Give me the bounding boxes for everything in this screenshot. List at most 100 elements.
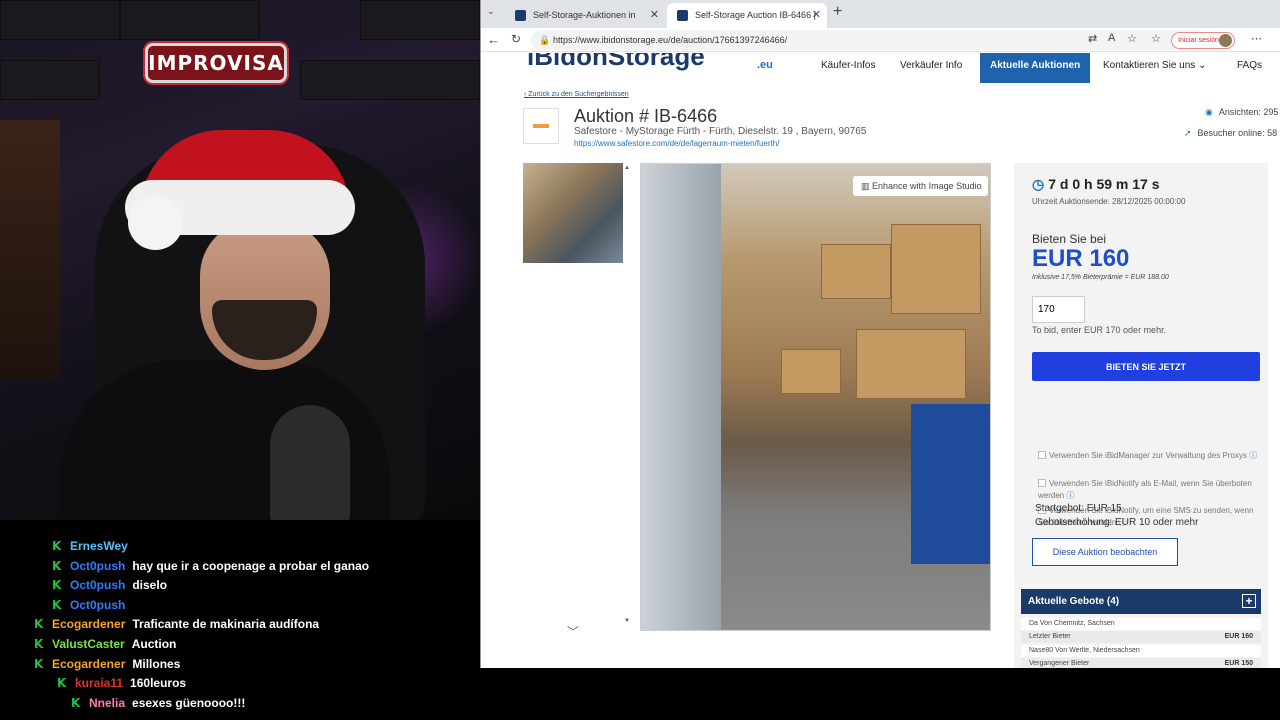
nav-faqs[interactable]: FAQs xyxy=(1237,53,1262,83)
photo-thumbnail[interactable] xyxy=(523,163,623,263)
eye-icon: ◉ xyxy=(1205,107,1213,117)
bidder-status: Letzter Bieter xyxy=(1029,633,1071,640)
info-icon[interactable]: ⓘ xyxy=(1249,451,1257,460)
option-ibidmanager[interactable]: Verwenden Sie iBidManager zur Verwaltung… xyxy=(1038,450,1258,462)
nav-verkaeufer-info[interactable]: Verkäufer Info xyxy=(900,53,962,83)
bid-now-button[interactable]: BIETEN SIE JETZT xyxy=(1032,352,1260,381)
translate-icon[interactable]: ⇄ xyxy=(1088,32,1097,45)
santa-hat-pompom xyxy=(128,195,183,250)
chat-username[interactable]: Ecogardener xyxy=(52,617,125,631)
views-text: Ansichten: 295 xyxy=(1218,107,1279,117)
auction-end-time: Uhrzeit Auktionsende: 28/12/2025 00:00:0… xyxy=(1032,197,1186,206)
enhance-image-button[interactable]: ▥ Enhance with Image Studio xyxy=(853,176,988,196)
improvisa-badge: IMPROVISA xyxy=(145,43,287,83)
bid-amount-input[interactable] xyxy=(1032,296,1085,323)
chat-username[interactable]: Oct0push xyxy=(70,598,125,612)
checkbox[interactable] xyxy=(1038,451,1046,459)
info-icon[interactable]: ⓘ xyxy=(1066,491,1074,500)
chat-username[interactable]: Ecogardener xyxy=(52,657,125,671)
url-text: https://www.ibidonstorage.eu/de/auction/… xyxy=(553,35,788,45)
chat-text: Millones xyxy=(132,656,181,671)
avatar xyxy=(1219,34,1232,47)
chevron-down-icon[interactable]: ﹀ xyxy=(567,623,579,640)
option-label: Verwenden Sie iBidManager zur Verwaltung… xyxy=(1049,451,1247,460)
nav-kontakt-label: Kontaktieren Sie uns xyxy=(1103,60,1196,71)
store-website-link[interactable]: https://www.safestore.com/de/de/lagerrau… xyxy=(574,139,779,148)
blue-tarp xyxy=(911,404,990,564)
clock-icon: ◷ xyxy=(1032,176,1045,192)
chat-message: Kkuraia11 160leuros xyxy=(57,673,186,693)
scroll-up-icon[interactable]: ▲ xyxy=(624,165,630,171)
tab-menu-icon[interactable]: ⌄ xyxy=(487,6,501,20)
close-icon[interactable]: ✕ xyxy=(650,3,659,28)
tab-auction-ib6466[interactable]: Self-Storage Auction IB-6466 | iBid ✕ xyxy=(667,3,827,45)
bid-value: EUR 160 xyxy=(1224,633,1253,640)
bid-row: Letzter Bieter EUR 160 xyxy=(1021,631,1261,643)
chat-message: K Oct0push hay que ir a coopenage a probar… xyxy=(52,556,369,576)
option-email-notify[interactable]: Verwenden Sie iBidNotify als E-Mail, wen… xyxy=(1038,478,1258,502)
watch-auction-button[interactable]: Diese Auktion beobachten xyxy=(1032,538,1178,566)
enhance-icon: ▥ xyxy=(861,181,870,191)
twitch-badge-icon: K xyxy=(71,695,81,710)
overlay-bottom-bar xyxy=(480,668,1280,720)
views-counter: ◉ Ansichten: 295 xyxy=(1205,107,1278,118)
chat-text: 160leuros xyxy=(130,676,187,691)
close-icon[interactable]: ✕ xyxy=(812,3,821,28)
twitch-badge-icon: K xyxy=(52,578,62,593)
chat-message: K Oct0push diselo xyxy=(52,575,167,595)
thumbnail-scrollbar[interactable]: ▲ ▼ xyxy=(623,165,631,625)
collections-icon[interactable]: ☆ xyxy=(1151,32,1161,45)
unit-door xyxy=(641,164,721,630)
bid-row: Nase80 Von Werlte, Niedersachsen xyxy=(1021,645,1261,657)
auction-main-photo[interactable]: ▥ Enhance with Image Studio xyxy=(640,163,991,631)
url-input[interactable]: 🔒 https://www.ibidonstorage.eu/de/auctio… xyxy=(531,30,1206,50)
cardboard-box xyxy=(781,349,841,394)
chat-username[interactable]: kuraia11 xyxy=(75,676,123,690)
bid-row: Da Von Chemnitz, Sachsen xyxy=(1021,618,1261,630)
visitors-counter: ➚ Besucher online: 58 xyxy=(1184,128,1277,139)
nav-aktuelle-auktionen[interactable]: Aktuelle Auktionen xyxy=(980,53,1091,83)
back-to-results-link[interactable]: ‹ Zurück zu den Suchergebnissen xyxy=(524,91,629,98)
chat-username[interactable]: ValustCaster xyxy=(52,637,125,651)
chat-message: K Oct0push xyxy=(52,595,132,615)
browser-window: ⌄ Self-Storage-Auktionen in Deutsch ✕ Se… xyxy=(480,0,1280,668)
new-tab-icon[interactable]: + xyxy=(833,3,842,21)
chat-username[interactable]: ErnesWey xyxy=(70,539,128,553)
chat-username[interactable]: Oct0push xyxy=(70,559,125,573)
read-aloud-icon[interactable]: A xyxy=(1108,32,1115,44)
chevron-down-icon: ⌄ xyxy=(1198,60,1207,71)
shelf-decoration xyxy=(0,120,60,380)
chat-message: K Nnelia esexes güenoooo!!! xyxy=(71,693,245,713)
ibid-logo[interactable]: iBidonStorage xyxy=(527,53,787,71)
signin-button[interactable]: Iniciar sesión xyxy=(1171,32,1235,49)
stream-chat: K ErnesWey K Oct0push hay que ir a coopenage… xyxy=(0,520,480,720)
checkbox[interactable] xyxy=(1038,479,1046,487)
nav-kontakt[interactable]: Kontaktieren Sie uns ⌄ xyxy=(1103,53,1206,83)
webcam-feed: IMPROVISA xyxy=(0,0,480,520)
twitch-badge-icon: K xyxy=(34,617,44,632)
page-title: Auktion # IB-6466 xyxy=(574,106,718,126)
signin-label: Iniciar sesión xyxy=(1178,37,1219,44)
lock-icon: 🔒 xyxy=(539,35,551,45)
chat-username[interactable]: Nnelia xyxy=(89,696,125,710)
store-logo xyxy=(523,108,559,144)
chat-username[interactable]: Oct0push xyxy=(70,578,125,592)
bid-sidebar: ◷ 7 d 0 h 59 m 17 s Uhrzeit Auktionsende:… xyxy=(1014,163,1268,668)
scroll-down-icon[interactable]: ▼ xyxy=(624,618,630,624)
tab-storage-auctions[interactable]: Self-Storage-Auktionen in Deutsch ✕ xyxy=(505,3,665,45)
reload-icon[interactable]: ↻ xyxy=(511,32,521,46)
chat-message: K Ecogardener Millones xyxy=(34,654,180,674)
favorite-star-icon[interactable]: ☆ xyxy=(1127,32,1137,45)
bid-row: Vergangener Bieter EUR 150 xyxy=(1021,658,1261,668)
start-bid: Startgebot: EUR 15 xyxy=(1035,503,1122,514)
logo-suffix: .eu xyxy=(757,59,773,71)
more-menu-icon[interactable]: ⋯ xyxy=(1251,32,1262,45)
cardboard-box xyxy=(821,244,891,299)
back-arrow-icon[interactable]: ← xyxy=(487,32,500,47)
twitch-badge-icon: K xyxy=(34,637,44,651)
expand-icon[interactable]: + xyxy=(1242,594,1256,608)
nav-kaeufer-infos[interactable]: Käufer-Infos xyxy=(821,53,875,83)
twitch-badge-icon: K xyxy=(57,676,67,691)
site-favicon-icon xyxy=(515,10,526,21)
chat-text: esexes güenoooo!!! xyxy=(132,695,246,710)
